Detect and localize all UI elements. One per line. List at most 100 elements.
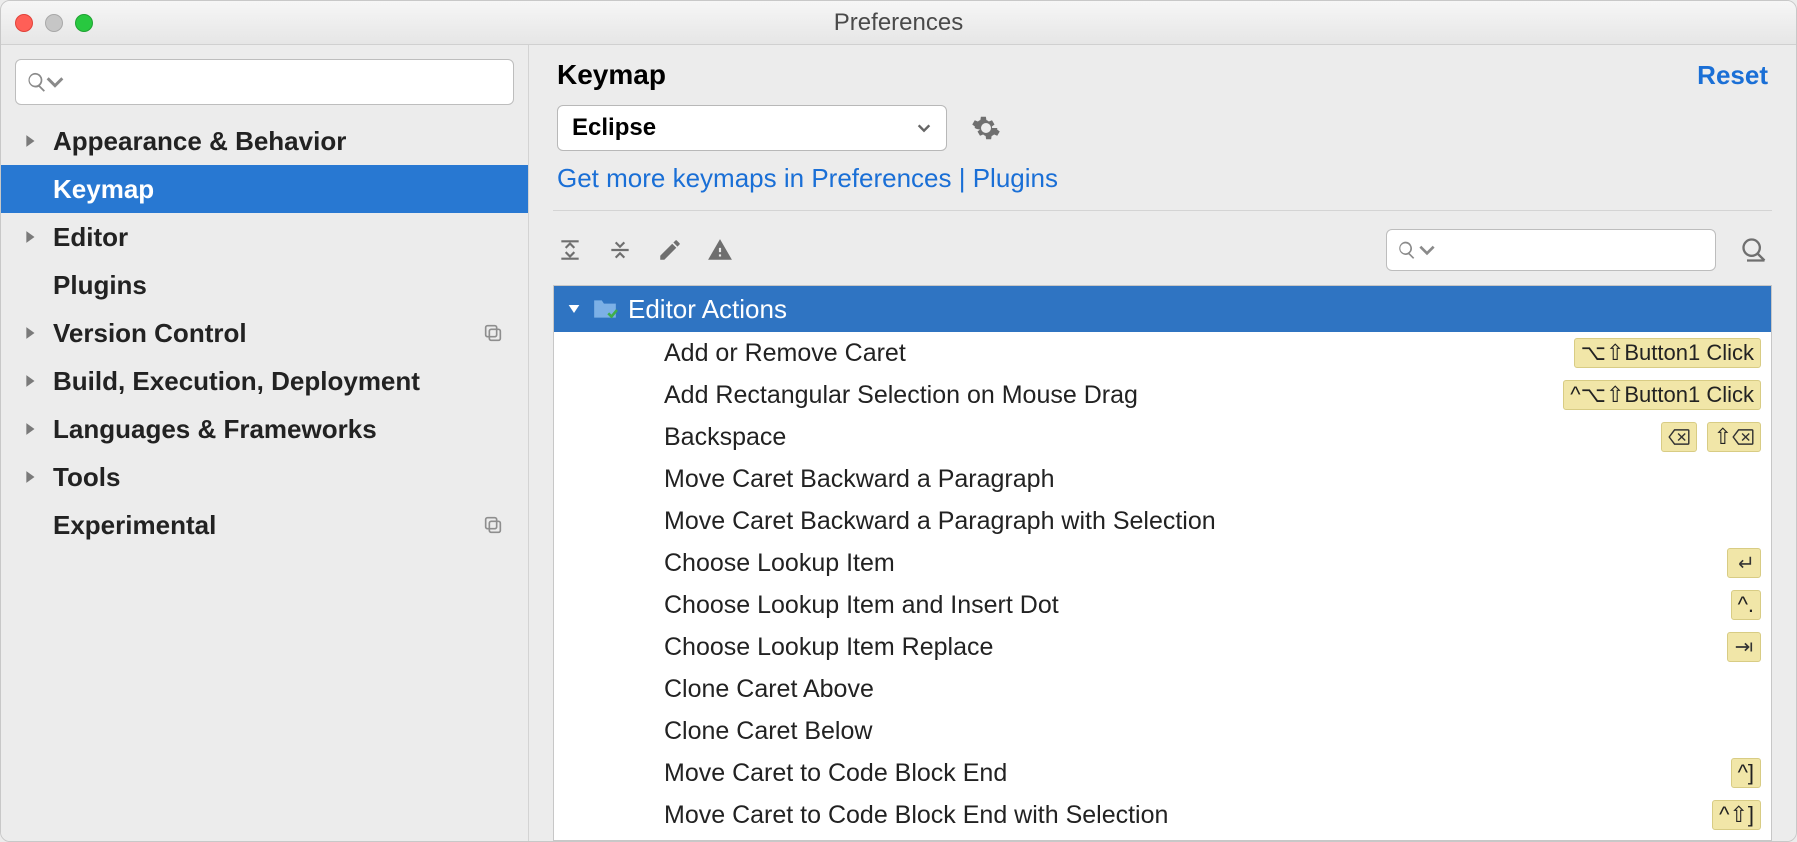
group-label: Editor Actions	[628, 294, 787, 325]
sidebar-item-experimental[interactable]: Experimental	[1, 501, 528, 549]
action-name: Choose Lookup Item Replace	[664, 633, 1727, 662]
triangle-right-icon	[23, 326, 39, 340]
shortcut-list: ^]	[1731, 758, 1761, 788]
sidebar-item-keymap[interactable]: Keymap	[1, 165, 528, 213]
keymap-toolbar	[529, 211, 1796, 285]
action-name: Add or Remove Caret	[664, 339, 1574, 368]
sidebar-item-plugins[interactable]: Plugins	[1, 261, 528, 309]
sidebar-item-label: Editor	[53, 222, 128, 253]
sidebar-item-label: Build, Execution, Deployment	[53, 366, 420, 397]
sidebar-item-tools[interactable]: Tools	[1, 453, 528, 501]
sidebar-item-editor[interactable]: Editor	[1, 213, 528, 261]
copy-icon[interactable]	[482, 514, 504, 536]
action-row[interactable]: Choose Lookup Item	[554, 542, 1771, 584]
sidebar-item-label: Keymap	[53, 174, 154, 205]
find-shortcut-icon[interactable]	[1740, 236, 1768, 264]
shortcut-badge	[1661, 422, 1697, 452]
sidebar-item-appearance-behavior[interactable]: Appearance & Behavior	[1, 117, 528, 165]
shortcut-badge: ⌥⇧Button1 Click	[1574, 338, 1761, 368]
shortcut-list: ⌥⇧Button1 Click	[1574, 338, 1761, 368]
chevron-down-icon	[1417, 240, 1437, 260]
sidebar-search[interactable]	[15, 59, 514, 105]
tab-icon	[1734, 640, 1754, 654]
chevron-down-icon	[44, 71, 66, 93]
gear-icon[interactable]	[971, 113, 1001, 143]
shortcut-list: ⇧	[1661, 422, 1761, 452]
shortcut-list: ^⌥⇧Button1 Click	[1563, 380, 1761, 410]
copy-icon[interactable]	[482, 322, 504, 344]
action-name: Choose Lookup Item	[664, 549, 1727, 578]
shortcut-list: ^⇧]	[1712, 800, 1761, 830]
action-search-input[interactable]	[1443, 239, 1708, 262]
sidebar-item-label: Experimental	[53, 510, 216, 541]
action-row[interactable]: Clone Caret Above	[554, 668, 1771, 710]
backspace-icon	[1732, 429, 1754, 445]
keymap-hint-link[interactable]: Get more keymaps in Preferences | Plugin…	[529, 159, 1796, 210]
sidebar-search-input[interactable]	[72, 69, 503, 95]
page-title: Keymap	[557, 59, 666, 91]
keymap-scheme-value: Eclipse	[572, 114, 656, 142]
window-title: Preferences	[1, 9, 1796, 37]
action-name: Clone Caret Below	[664, 717, 1761, 746]
shortcut-badge: ^⇧]	[1712, 800, 1761, 830]
warning-icon[interactable]	[707, 237, 733, 263]
action-row[interactable]: Choose Lookup Item Replace	[554, 626, 1771, 668]
shortcut-badge: ^]	[1731, 758, 1761, 788]
action-name: Choose Lookup Item and Insert Dot	[664, 591, 1731, 620]
expand-all-icon[interactable]	[557, 237, 583, 263]
window-body: Appearance & Behavior Keymap Editor Plugins…	[1, 45, 1796, 841]
keymap-scheme-select[interactable]: Eclipse	[557, 105, 947, 151]
triangle-right-icon	[23, 230, 39, 244]
action-name: Clone Caret Above	[664, 675, 1761, 704]
sidebar-item-version-control[interactable]: Version Control	[1, 309, 528, 357]
action-row[interactable]: Move Caret Backward a Paragraph	[554, 458, 1771, 500]
shortcut-badge: ^.	[1731, 590, 1761, 620]
action-row[interactable]: Move Caret Backward a Paragraph with Sel…	[554, 500, 1771, 542]
action-name: Add Rectangular Selection on Mouse Drag	[664, 381, 1563, 410]
sidebar-item-label: Tools	[53, 462, 120, 493]
shortcut-badge	[1727, 632, 1761, 662]
action-group-row[interactable]: Editor Actions	[554, 286, 1771, 332]
search-icon	[1397, 240, 1417, 260]
collapse-all-icon[interactable]	[607, 237, 633, 263]
triangle-right-icon	[23, 470, 39, 484]
triangle-right-icon	[23, 134, 39, 148]
action-row[interactable]: Add or Remove Caret⌥⇧Button1 Click	[554, 332, 1771, 374]
shortcut-list	[1727, 548, 1761, 578]
settings-tree: Appearance & Behavior Keymap Editor Plugins…	[1, 117, 528, 841]
sidebar-item-build-execution-deployment[interactable]: Build, Execution, Deployment	[1, 357, 528, 405]
action-name: Move Caret Backward a Paragraph with Sel…	[664, 507, 1761, 536]
action-search[interactable]	[1386, 229, 1716, 271]
action-name: Move Caret Backward a Paragraph	[664, 465, 1761, 494]
sidebar: Appearance & Behavior Keymap Editor Plugins…	[1, 45, 529, 841]
shortcut-list	[1727, 632, 1761, 662]
reset-link[interactable]: Reset	[1697, 60, 1768, 91]
action-row[interactable]: Move Caret to Code Block End^]	[554, 752, 1771, 794]
action-row[interactable]: Add Rectangular Selection on Mouse Drag^…	[554, 374, 1771, 416]
actions-tree[interactable]: Editor Actions Add or Remove Caret⌥⇧Butt…	[553, 285, 1772, 841]
action-row[interactable]: Move Caret to Code Block End with Select…	[554, 794, 1771, 836]
backspace-icon	[1668, 429, 1690, 445]
sidebar-item-languages-frameworks[interactable]: Languages & Frameworks	[1, 405, 528, 453]
action-row[interactable]: Backspace⇧	[554, 416, 1771, 458]
sidebar-item-label: Appearance & Behavior	[53, 126, 346, 157]
enter-icon	[1734, 554, 1754, 572]
shortcut-badge: ⇧	[1707, 422, 1761, 452]
action-row[interactable]: Choose Lookup Item and Insert Dot^.	[554, 584, 1771, 626]
titlebar: Preferences	[1, 1, 1796, 45]
shortcut-badge	[1727, 548, 1761, 578]
shortcut-badge: ^⌥⇧Button1 Click	[1563, 380, 1761, 410]
main-panel: Keymap Reset Eclipse Get more keymaps in…	[529, 45, 1796, 841]
edit-icon[interactable]	[657, 237, 683, 263]
triangle-right-icon	[23, 422, 39, 436]
action-row[interactable]: Clone Caret Below	[554, 710, 1771, 752]
sidebar-item-label: Languages & Frameworks	[53, 414, 377, 445]
triangle-down-icon	[566, 301, 582, 317]
chevron-down-icon	[916, 120, 932, 136]
sidebar-item-label: Plugins	[53, 270, 147, 301]
action-name: Move Caret to Code Block End	[664, 759, 1731, 788]
action-name: Move Caret to Code Block End with Select…	[664, 801, 1712, 830]
sidebar-item-label: Version Control	[53, 318, 247, 349]
preferences-window: Preferences Appearance & Behavior Keymap E…	[0, 0, 1797, 842]
triangle-right-icon	[23, 374, 39, 388]
